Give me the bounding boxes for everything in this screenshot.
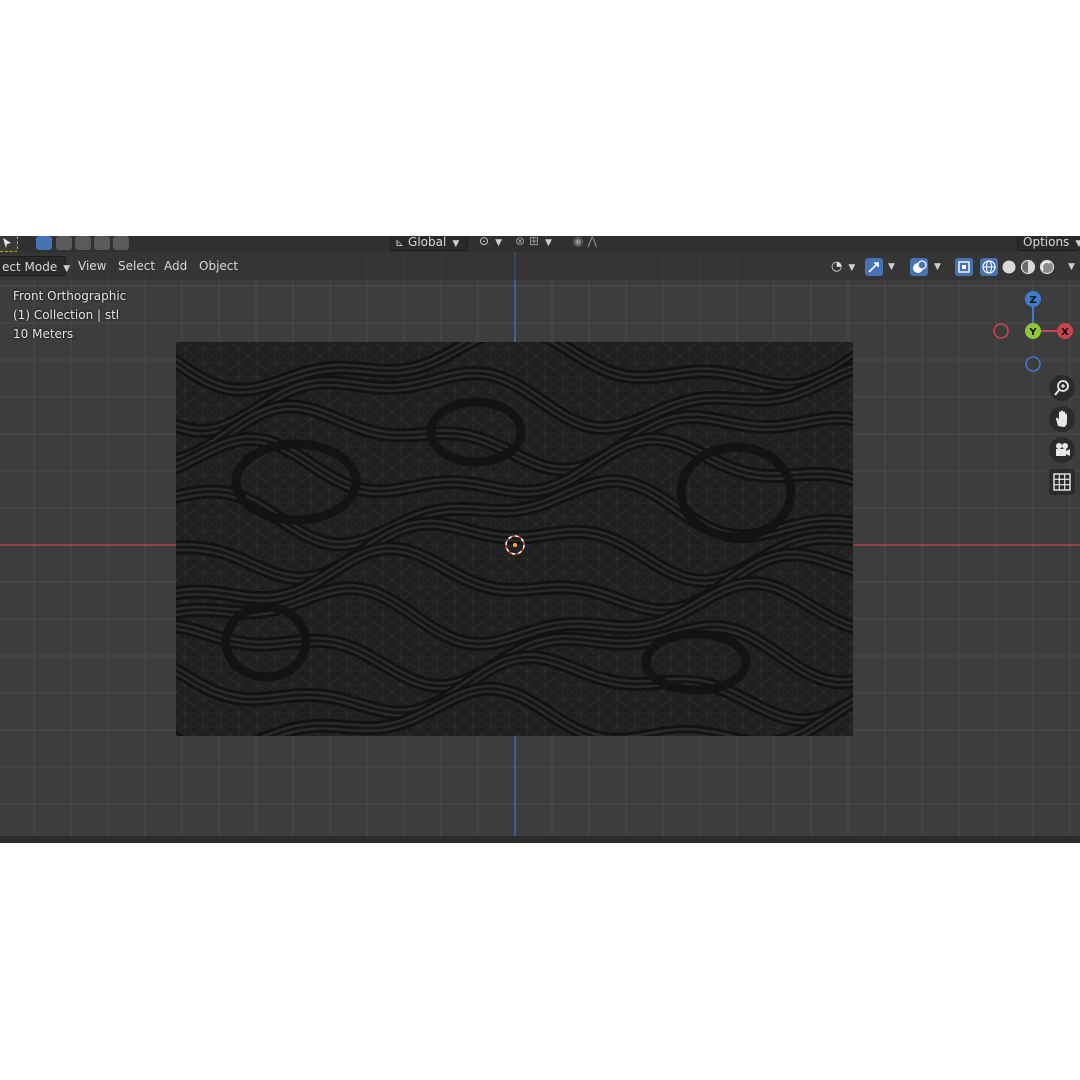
falloff-icon: ⋀ <box>587 236 598 248</box>
gizmo-icon[interactable] <box>865 258 883 276</box>
snap-toggle[interactable]: ⊗ ⊞ ▼ <box>510 236 564 251</box>
wireframe-shading-icon[interactable] <box>980 258 998 276</box>
gizmo-y-label: Y <box>1028 327 1037 338</box>
options-dropdown[interactable]: Options ▼ <box>1017 236 1080 251</box>
mode-extend-icon[interactable] <box>56 236 72 250</box>
collection-info: (1) Collection | stl <box>13 308 120 322</box>
chevron-down-icon[interactable]: ▼ <box>934 262 941 272</box>
gizmo-neg-z <box>1025 356 1041 372</box>
chevron-down-icon[interactable]: ▼ <box>1068 262 1075 272</box>
camera-view-button[interactable] <box>1049 437 1075 463</box>
mode-new-icon[interactable] <box>36 236 52 250</box>
mode-subtract-icon[interactable] <box>75 236 91 250</box>
gizmo-neg-x <box>993 323 1009 339</box>
snap-increment-icon: ⊞ <box>528 236 539 248</box>
orientation-value: Global <box>408 236 447 249</box>
menu-view[interactable]: View <box>73 256 111 276</box>
visibility-dropdown[interactable]: ◔ ▼ <box>826 256 860 276</box>
zoom-icon <box>1054 380 1069 396</box>
orientation-dropdown[interactable]: ⊾ Global ▼ <box>390 236 468 251</box>
grid-scale: 10 Meters <box>13 327 74 341</box>
select-box-icon[interactable] <box>0 236 18 252</box>
proportional-edit-toggle[interactable]: ◉ ⋀ <box>568 236 614 251</box>
pan-button[interactable] <box>1049 406 1075 432</box>
ortho-toggle-button[interactable] <box>1049 469 1075 495</box>
rendered-shading-icon[interactable] <box>1038 258 1056 276</box>
options-label: Options <box>1023 236 1070 249</box>
mode-invert-icon[interactable] <box>94 236 110 250</box>
transform-orientation-icon: ⊾ <box>395 236 405 249</box>
chevron-down-icon: ▼ <box>452 239 460 249</box>
pan-hand-icon <box>1056 410 1067 427</box>
pivot-icon: ⊙ <box>479 236 490 248</box>
xray-icon[interactable] <box>955 258 973 276</box>
menu-add[interactable]: Add <box>159 256 192 276</box>
chevron-down-icon: ▼ <box>544 238 552 248</box>
mode-label: ect Mode <box>2 260 58 274</box>
grid-view-icon <box>1053 473 1071 491</box>
object-origin <box>513 543 517 547</box>
pivot-dropdown[interactable]: ⊙ ▼ <box>474 236 508 251</box>
navigation-gizmo[interactable]: Z X Y <box>990 288 1078 376</box>
solid-shading-icon[interactable] <box>1000 258 1018 276</box>
overlay-icon[interactable] <box>910 258 928 276</box>
material-shading-icon[interactable] <box>1019 258 1037 276</box>
chevron-down-icon[interactable]: ▼ <box>888 262 895 272</box>
visibility-icon: ◔ <box>831 259 843 274</box>
proportional-edit-icon: ◉ <box>573 236 584 248</box>
menu-object[interactable]: Object <box>194 256 243 276</box>
view-name: Front Orthographic <box>13 289 127 303</box>
tool-settings-bar: ⊾ Global ▼ ⊙ ▼ ⊗ ⊞ ▼ ◉ ⋀ Options ▼ <box>0 236 1080 252</box>
gizmo-z-label: Z <box>1029 295 1036 306</box>
gizmo-x-label: X <box>1061 327 1069 338</box>
chevron-down-icon: ▼ <box>848 263 856 273</box>
chevron-down-icon: ▼ <box>1075 239 1080 249</box>
camera-icon <box>1056 443 1070 456</box>
mode-dropdown[interactable]: ect Mode ▼ <box>0 256 70 276</box>
menu-select[interactable]: Select <box>113 256 160 276</box>
snap-icon: ⊗ <box>515 236 526 248</box>
zoom-button[interactable] <box>1049 375 1075 401</box>
bottom-edge <box>0 836 1080 843</box>
chevron-down-icon: ▼ <box>495 238 502 248</box>
viewport-header: ect Mode ▼ View Select Add Object ◔ ▼ ▼ ▼ <box>0 252 1080 280</box>
blender-3d-viewport[interactable]: ⊾ Global ▼ ⊙ ▼ ⊗ ⊞ ▼ ◉ ⋀ Options ▼ ect Mode ▼… <box>0 236 1080 843</box>
chevron-down-icon: ▼ <box>63 264 71 274</box>
mode-intersect-icon[interactable] <box>113 236 129 250</box>
